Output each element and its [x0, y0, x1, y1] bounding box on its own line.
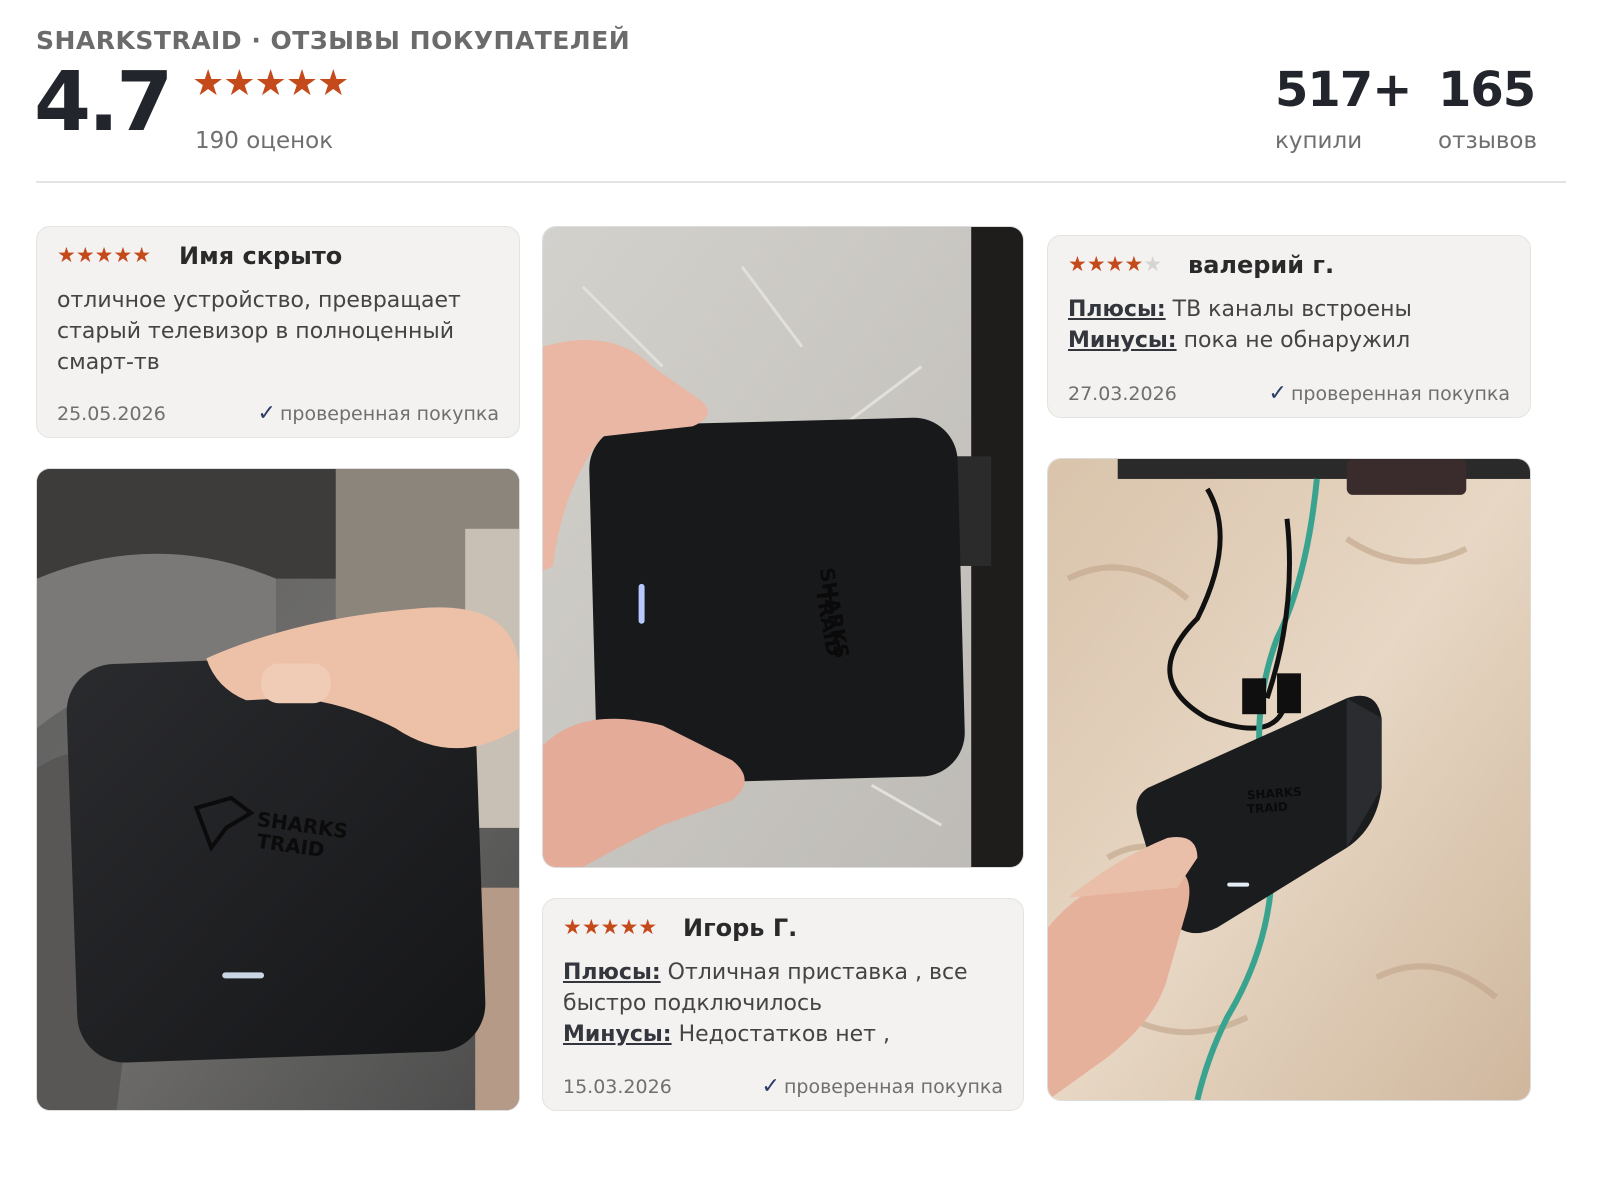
average-rating: 4.7 — [34, 55, 173, 150]
cons-label: Минусы: — [563, 1022, 672, 1047]
page-title: SHARKSTRAID · ОТЗЫВЫ ПОКУПАТЕЛЕЙ — [36, 26, 631, 55]
review-date: 27.03.2026 — [1068, 383, 1177, 405]
checkmark-icon: ✓ — [257, 401, 276, 426]
reviews-label: отзывов — [1438, 128, 1538, 154]
verified-purchase-badge: ✓ проверенная покупка — [257, 401, 499, 426]
purchases-count: 517+ — [1275, 62, 1412, 118]
review-author: Игорь Г. — [683, 914, 798, 942]
svg-text:TRAID: TRAID — [1246, 799, 1288, 816]
review-card[interactable]: ★★★★★ Имя скрыто отличное устройство, пр… — [36, 226, 520, 438]
review-text: отличное устройство, превращает старый т… — [57, 288, 461, 375]
cons-text: Недостатков нет , — [678, 1022, 890, 1047]
review-date: 15.03.2026 — [563, 1076, 672, 1098]
pros-text: ТВ каналы встроены — [1172, 297, 1412, 322]
pros-label: Плюсы: — [1068, 297, 1166, 322]
checkmark-icon: ✓ — [1268, 381, 1287, 406]
device-connected-image: SHARKS TRAID — [1048, 459, 1530, 1100]
review-text: Плюсы: ТВ каналы встроены Минусы: пока н… — [1068, 294, 1518, 356]
review-photo-device-on-wall[interactable]: SHARKS TRAID — [542, 226, 1024, 868]
average-rating-stars: ★★★★★ — [192, 63, 349, 104]
header-divider — [36, 181, 1566, 183]
pros-label: Плюсы: — [563, 960, 661, 985]
review-author: Имя скрыто — [179, 242, 343, 270]
checkmark-icon: ✓ — [761, 1074, 780, 1099]
cons-label: Минусы: — [1068, 328, 1177, 353]
review-date: 25.05.2026 — [57, 403, 166, 425]
device-on-wall-image: SHARKS TRAID — [543, 227, 1023, 867]
review-card[interactable]: ★★★★★ валерий г. Плюсы: ТВ каналы встрое… — [1047, 235, 1531, 418]
review-text: Плюсы: Отличная приставка , все быстро п… — [563, 957, 1013, 1050]
review-photo-device-on-lap[interactable]: SHARKS TRAID — [36, 468, 520, 1111]
cons-text: пока не обнаружил — [1183, 328, 1411, 353]
reviews-count: 165 — [1438, 62, 1536, 118]
review-author: валерий г. — [1188, 251, 1335, 279]
review-card[interactable]: ★★★★★ Игорь Г. Плюсы: Отличная приставка… — [542, 898, 1024, 1111]
review-rating-stars: ★★★★★ — [1068, 252, 1163, 276]
device-on-lap-image: SHARKS TRAID — [37, 469, 519, 1110]
verified-purchase-badge: ✓ проверенная покупка — [1268, 381, 1510, 406]
verified-purchase-badge: ✓ проверенная покупка — [761, 1074, 1003, 1099]
ratings-count: 190 оценок — [195, 128, 334, 154]
review-rating-stars: ★★★★★ — [57, 243, 152, 267]
review-photo-device-connected[interactable]: SHARKS TRAID — [1047, 458, 1531, 1101]
purchases-label: купили — [1275, 128, 1363, 154]
review-rating-stars: ★★★★★ — [563, 915, 658, 939]
